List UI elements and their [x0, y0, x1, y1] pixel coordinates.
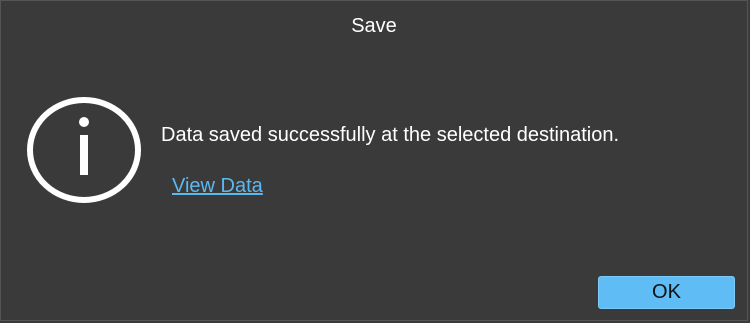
- view-data-link[interactable]: View Data: [172, 174, 263, 198]
- save-dialog: Save Data saved successfully at the sele…: [0, 0, 748, 321]
- dialog-message: Data saved successfully at the selected …: [161, 124, 620, 146]
- dialog-title: Save: [351, 15, 397, 37]
- ok-button[interactable]: OK: [598, 276, 735, 309]
- info-icon: [27, 97, 141, 203]
